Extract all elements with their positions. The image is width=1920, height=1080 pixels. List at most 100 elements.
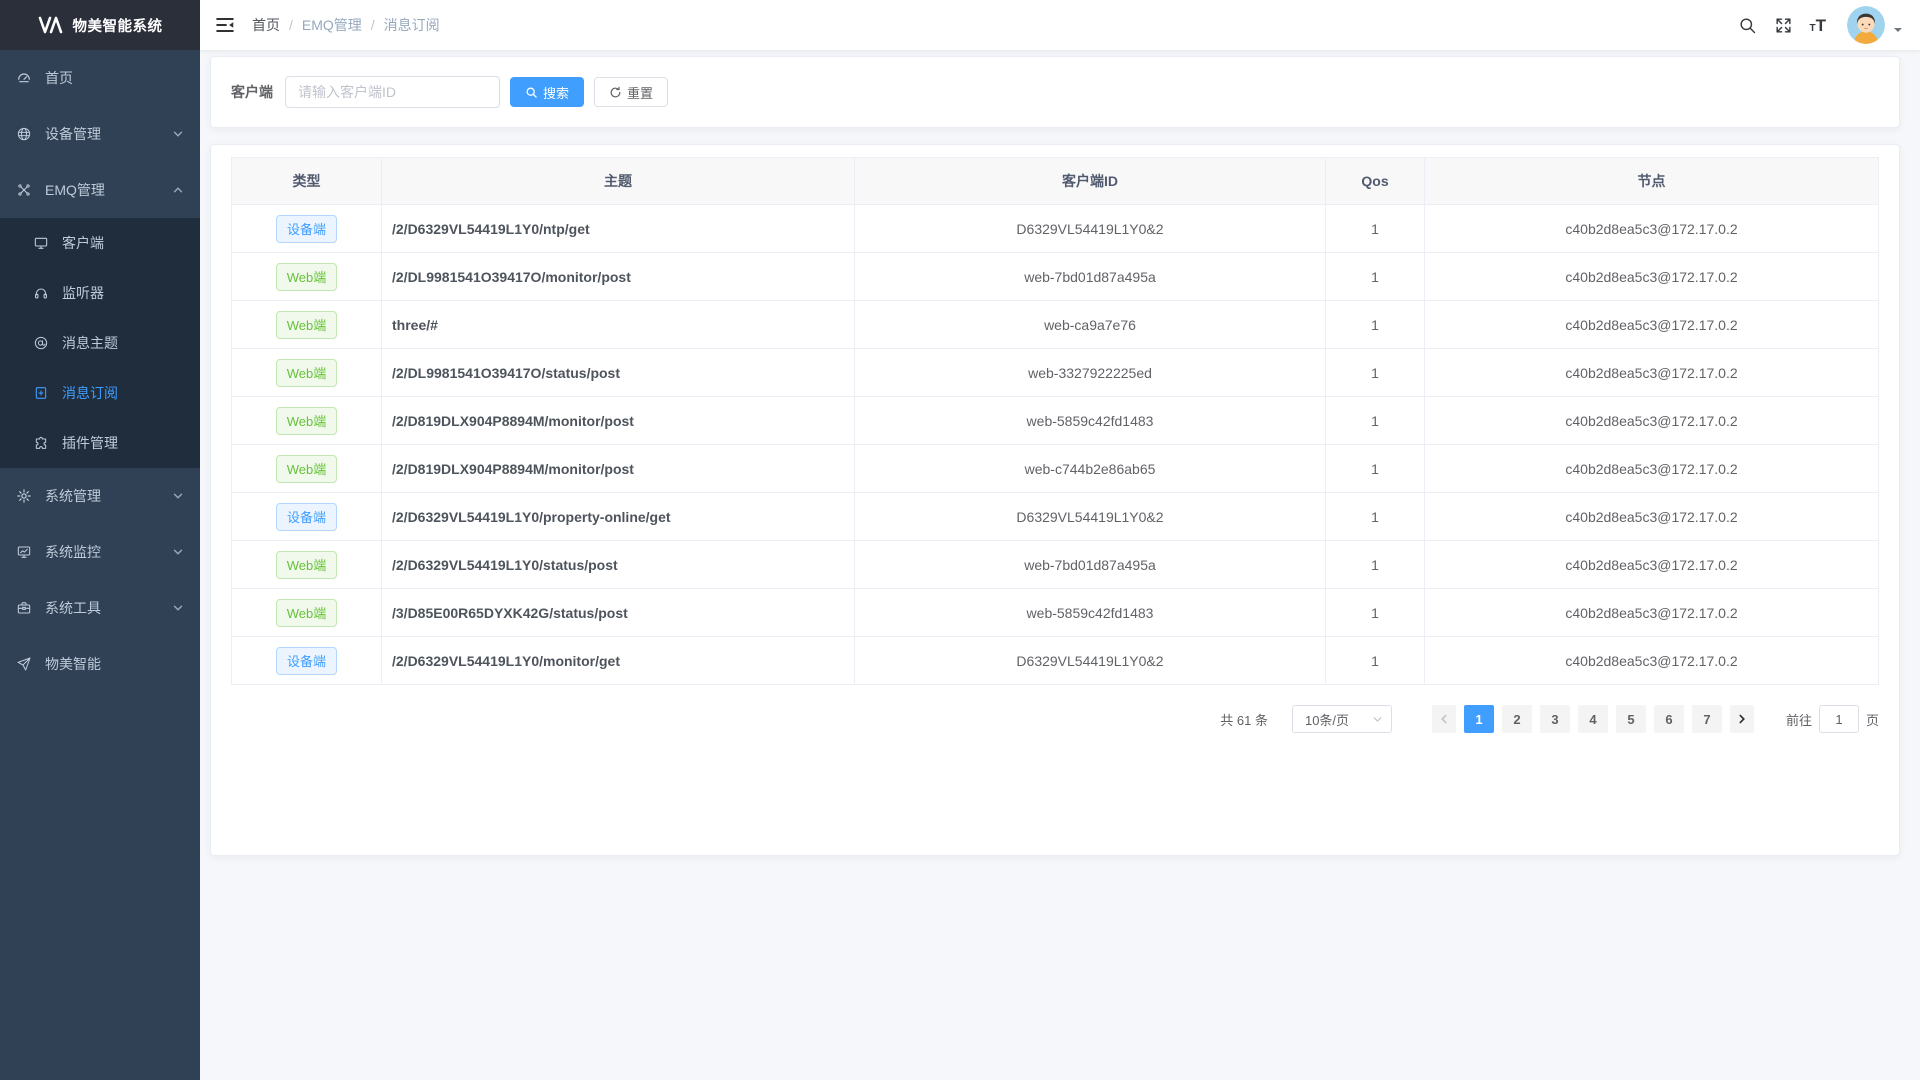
dashboard-icon <box>16 70 32 86</box>
qos-cell: 1 <box>1326 541 1425 589</box>
node-cell: c40b2d8ea5c3@172.17.0.2 <box>1425 301 1879 349</box>
search-button[interactable]: 搜索 <box>510 77 584 107</box>
sidebar-item-wumei-smart[interactable]: 物美智能 <box>0 636 200 692</box>
breadcrumb-separator: / <box>371 17 375 33</box>
header-node: 节点 <box>1425 158 1879 205</box>
page-button-2[interactable]: 2 <box>1502 705 1532 733</box>
node-cell: c40b2d8ea5c3@172.17.0.2 <box>1425 397 1879 445</box>
sidebar-item-message-subscribe[interactable]: 消息订阅 <box>0 368 200 418</box>
next-page-button[interactable] <box>1730 705 1754 733</box>
type-cell: 设备端 <box>232 493 382 541</box>
client-id-cell: D6329VL54419L1Y0&2 <box>855 637 1326 685</box>
message-topic-icon <box>33 335 49 351</box>
sidebar-item-message-topic[interactable]: 消息主题 <box>0 318 200 368</box>
client-id-cell: web-7bd01d87a495a <box>855 253 1326 301</box>
breadcrumb-home[interactable]: 首页 <box>252 15 280 35</box>
navbar-right: TT <box>1738 6 1903 44</box>
pagination-pages: 1234567 <box>1460 705 1726 733</box>
sidebar-item-label: 设备管理 <box>45 124 101 144</box>
node-cell: c40b2d8ea5c3@172.17.0.2 <box>1425 445 1879 493</box>
sidebar-item-label: 系统工具 <box>45 598 101 618</box>
page-button-4[interactable]: 4 <box>1578 705 1608 733</box>
qos-cell: 1 <box>1326 445 1425 493</box>
user-menu[interactable] <box>1847 6 1902 44</box>
sidebar-collapse-icon[interactable] <box>214 14 236 36</box>
client-id-input[interactable] <box>285 76 500 108</box>
sidebar-item-emq[interactable]: EMQ管理 <box>0 162 200 218</box>
sidebar-item-label: 物美智能 <box>45 654 101 674</box>
chevron-down-icon <box>172 490 184 502</box>
main-area: 首页 / EMQ管理 / 消息订阅 TT <box>200 0 1920 1080</box>
emq-submenu: 客户端 监听器 消息主题 消息订阅 插件管理 <box>0 218 200 468</box>
sidebar-item-system-tools[interactable]: 系统工具 <box>0 580 200 636</box>
table-head: 类型 主题 客户端ID Qos 节点 <box>232 158 1879 205</box>
type-badge: Web端 <box>276 359 338 387</box>
chevron-right-icon <box>1736 713 1748 725</box>
sidebar-item-plugin[interactable]: 插件管理 <box>0 418 200 468</box>
chevron-down-icon <box>172 128 184 140</box>
sidebar-item-listener[interactable]: 监听器 <box>0 268 200 318</box>
sidebar-item-home[interactable]: 首页 <box>0 50 200 106</box>
page-button-1[interactable]: 1 <box>1464 705 1494 733</box>
chevron-up-icon <box>172 184 184 196</box>
total-count: 共 61 条 <box>1220 710 1268 729</box>
sidebar-item-devices[interactable]: 设备管理 <box>0 106 200 162</box>
avatar <box>1847 6 1885 44</box>
gear-icon <box>16 488 32 504</box>
page-content: 客户端 搜索 重置 类型 主题 客户端ID Qos <box>200 50 1920 1080</box>
client-id-cell: web-7bd01d87a495a <box>855 541 1326 589</box>
topic-cell: /3/D85E00R65DYXK42G/status/post <box>382 589 855 637</box>
table-row: Web端/2/D6329VL54419L1Y0/status/postweb-7… <box>232 541 1879 589</box>
sidebar-item-client[interactable]: 客户端 <box>0 218 200 268</box>
table-body: 设备端/2/D6329VL54419L1Y0/ntp/getD6329VL544… <box>232 205 1879 685</box>
listener-icon <box>33 285 49 301</box>
search-form: 客户端 搜索 重置 <box>210 56 1900 128</box>
paper-plane-icon <box>16 656 32 672</box>
client-id-cell: web-5859c42fd1483 <box>855 589 1326 637</box>
page-button-3[interactable]: 3 <box>1540 705 1570 733</box>
pagination: 共 61 条 10条/页 1234567 前往 页 <box>231 705 1879 733</box>
qos-cell: 1 <box>1326 349 1425 397</box>
reset-button[interactable]: 重置 <box>594 77 668 107</box>
goto-page-input[interactable] <box>1819 705 1859 733</box>
sidebar-item-system-admin[interactable]: 系统管理 <box>0 468 200 524</box>
toolbox-icon <box>16 600 32 616</box>
sidebar-item-label: 消息订阅 <box>62 383 118 403</box>
sidebar: 物美智能系统 首页 设备管理 EMQ管理 客户端 监听器 <box>0 0 200 1080</box>
table-row: 设备端/2/D6329VL54419L1Y0/property-online/g… <box>232 493 1879 541</box>
app-logo[interactable]: 物美智能系统 <box>0 0 200 50</box>
emq-icon <box>16 182 32 198</box>
devices-icon <box>16 126 32 142</box>
type-badge: Web端 <box>276 455 338 483</box>
header-type: 类型 <box>232 158 382 205</box>
prev-page-button[interactable] <box>1432 705 1456 733</box>
table-row: 设备端/2/D6329VL54419L1Y0/ntp/getD6329VL544… <box>232 205 1879 253</box>
chevron-down-icon <box>172 546 184 558</box>
node-cell: c40b2d8ea5c3@172.17.0.2 <box>1425 349 1879 397</box>
page-size-select[interactable]: 10条/页 <box>1292 705 1392 733</box>
client-id-cell: web-3327922225ed <box>855 349 1326 397</box>
type-badge: Web端 <box>276 551 338 579</box>
sidebar-item-system-monitor[interactable]: 系统监控 <box>0 524 200 580</box>
search-icon[interactable] <box>1738 16 1757 35</box>
fullscreen-icon[interactable] <box>1774 16 1793 35</box>
type-cell: Web端 <box>232 253 382 301</box>
breadcrumb-emq[interactable]: EMQ管理 <box>302 15 362 35</box>
client-id-cell: web-c744b2e86ab65 <box>855 445 1326 493</box>
qos-cell: 1 <box>1326 205 1425 253</box>
magnifier-icon <box>525 86 538 99</box>
qos-cell: 1 <box>1326 493 1425 541</box>
reset-button-label: 重置 <box>627 83 653 102</box>
font-size-icon[interactable]: TT <box>1810 17 1827 34</box>
topic-cell: /2/D6329VL54419L1Y0/monitor/get <box>382 637 855 685</box>
node-cell: c40b2d8ea5c3@172.17.0.2 <box>1425 541 1879 589</box>
client-id-cell: D6329VL54419L1Y0&2 <box>855 493 1326 541</box>
page-button-6[interactable]: 6 <box>1654 705 1684 733</box>
page-button-7[interactable]: 7 <box>1692 705 1722 733</box>
page-button-5[interactable]: 5 <box>1616 705 1646 733</box>
subscription-table-card: 类型 主题 客户端ID Qos 节点 设备端/2/D6329VL54419L1Y… <box>210 144 1900 856</box>
type-cell: Web端 <box>232 589 382 637</box>
header-qos: Qos <box>1326 158 1425 205</box>
chevron-left-icon <box>1438 713 1450 725</box>
search-button-label: 搜索 <box>543 83 569 102</box>
